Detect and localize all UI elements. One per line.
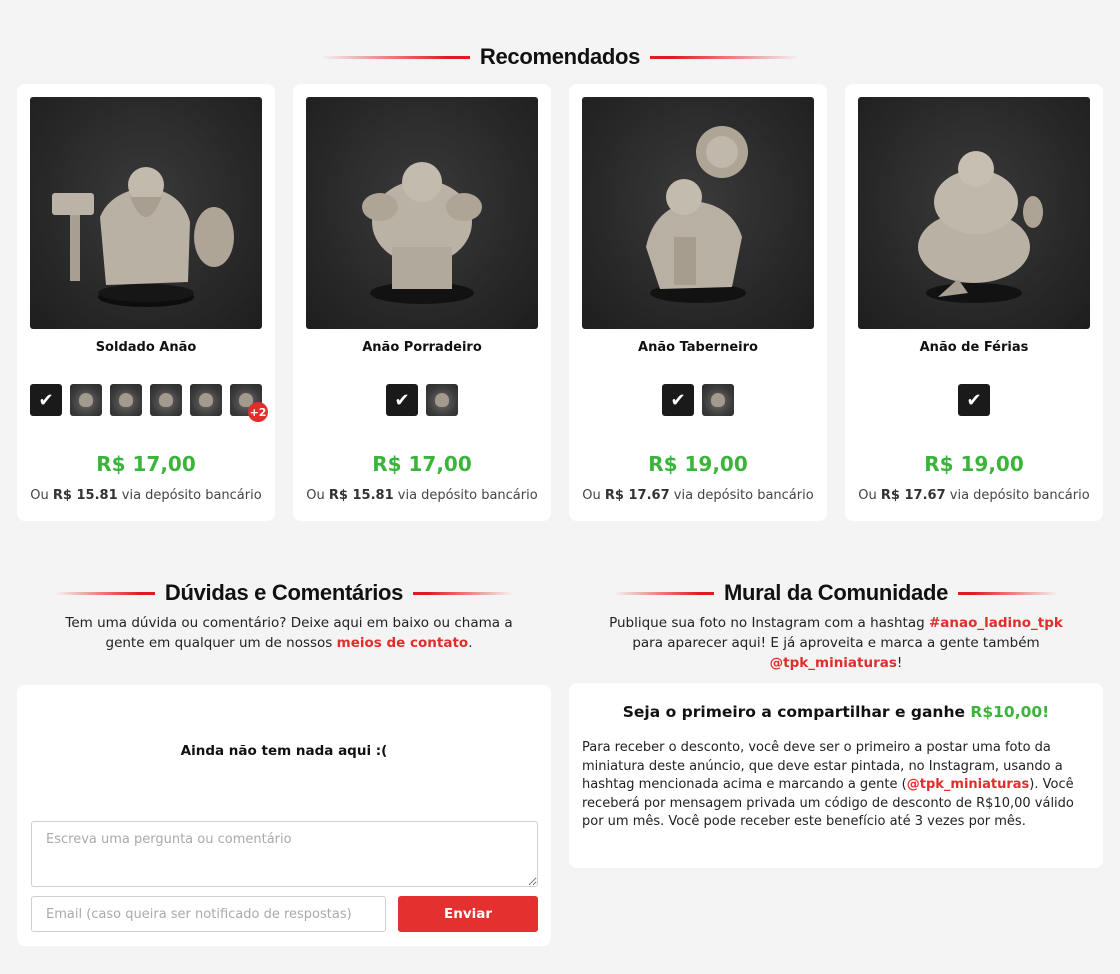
instagram-handle-link[interactable]: @tpk_miniaturas xyxy=(770,655,897,671)
promo-title: Seja o primeiro a compartilhar e ganhe R… xyxy=(622,703,1050,721)
deposit-price: Ou R$ 17.67 via depósito bancário xyxy=(858,488,1090,503)
product-card[interactable]: Anão de Férias ✔ R$ 19,00 Ou R$ 17.67 vi… xyxy=(845,84,1103,521)
check-icon: ✔ xyxy=(966,389,982,411)
community-promo-panel: Seja o primeiro a compartilhar e ganhe R… xyxy=(569,683,1103,868)
variant-swatch[interactable] xyxy=(150,384,182,416)
variant-swatch[interactable] xyxy=(70,384,102,416)
product-price: R$ 19,00 xyxy=(648,452,748,476)
email-input[interactable] xyxy=(31,896,386,932)
product-image[interactable] xyxy=(582,97,814,329)
variant-swatch-selected[interactable]: ✔ xyxy=(662,384,694,416)
community-intro: Publique sua foto no Instagram com a has… xyxy=(609,615,1063,671)
questions-title: Dúvidas e Comentários xyxy=(164,580,404,605)
variant-swatch[interactable] xyxy=(702,384,734,416)
product-price: R$ 17,00 xyxy=(96,452,196,476)
variant-swatch[interactable]: +2 xyxy=(230,384,268,422)
heading-divider-right xyxy=(413,591,514,595)
product-name[interactable]: Soldado Anão xyxy=(17,340,275,355)
recommended-heading: Recomendados xyxy=(0,42,1120,72)
product-card[interactable]: Soldado Anão ✔ +2 R$ 17,00 Ou R$ 15.81 v… xyxy=(17,84,275,521)
deposit-price: Ou R$ 15.81 via depósito bancário xyxy=(30,488,262,503)
promo-amount: R$10,00! xyxy=(970,703,1050,721)
heading-divider-right xyxy=(650,55,801,59)
product-image[interactable] xyxy=(30,97,262,329)
questions-panel: Ainda não tem nada aqui :( Enviar xyxy=(17,685,551,946)
product-name[interactable]: Anão Porradeiro xyxy=(293,340,551,355)
heading-divider-left xyxy=(613,591,714,595)
check-icon: ✔ xyxy=(394,389,410,411)
community-heading: Mural da Comunidade xyxy=(569,578,1103,608)
product-image[interactable] xyxy=(306,97,538,329)
product-name[interactable]: Anão Taberneiro xyxy=(569,340,827,355)
variant-swatch[interactable] xyxy=(190,384,222,416)
variant-swatch[interactable] xyxy=(110,384,142,416)
hashtag-link[interactable]: #anao_ladino_tpk xyxy=(929,615,1063,631)
product-image[interactable] xyxy=(858,97,1090,329)
variant-swatch[interactable] xyxy=(426,384,458,416)
heading-divider-left xyxy=(54,591,155,595)
deposit-price: Ou R$ 15.81 via depósito bancário xyxy=(306,488,538,503)
comment-textarea[interactable] xyxy=(31,821,538,887)
contact-link[interactable]: meios de contato xyxy=(337,635,469,651)
send-button[interactable]: Enviar xyxy=(398,896,538,932)
community-title: Mural da Comunidade xyxy=(723,580,949,605)
product-price: R$ 19,00 xyxy=(924,452,1024,476)
promo-handle-link[interactable]: @tpk_miniaturas xyxy=(907,777,1030,792)
product-card[interactable]: Anão Porradeiro ✔ R$ 17,00 Ou R$ 15.81 v… xyxy=(293,84,551,521)
check-icon: ✔ xyxy=(38,389,54,411)
product-name[interactable]: Anão de Férias xyxy=(845,340,1103,355)
variant-swatch-selected[interactable]: ✔ xyxy=(30,384,62,416)
empty-state-text: Ainda não tem nada aqui :( xyxy=(180,743,388,759)
variant-swatches: ✔ +2 xyxy=(17,384,275,422)
variant-swatch-selected[interactable]: ✔ xyxy=(386,384,418,416)
variant-swatches: ✔ xyxy=(845,384,1103,416)
deposit-price: Ou R$ 17.67 via depósito bancário xyxy=(582,488,814,503)
heading-divider-left xyxy=(319,55,470,59)
product-price: R$ 17,00 xyxy=(372,452,472,476)
product-card[interactable]: Anão Taberneiro ✔ R$ 19,00 Ou R$ 17.67 v… xyxy=(569,84,827,521)
variant-swatch-selected[interactable]: ✔ xyxy=(958,384,990,416)
check-icon: ✔ xyxy=(670,389,686,411)
variant-swatches: ✔ xyxy=(569,384,827,416)
questions-heading: Dúvidas e Comentários xyxy=(17,578,551,608)
variant-swatches: ✔ xyxy=(293,384,551,416)
more-variants-badge[interactable]: +2 xyxy=(248,402,268,422)
promo-description: Para receber o desconto, você deve ser o… xyxy=(582,740,1074,829)
heading-divider-right xyxy=(958,591,1059,595)
questions-intro: Tem uma dúvida ou comentário? Deixe aqui… xyxy=(65,615,513,651)
recommended-title: Recomendados xyxy=(479,44,641,69)
